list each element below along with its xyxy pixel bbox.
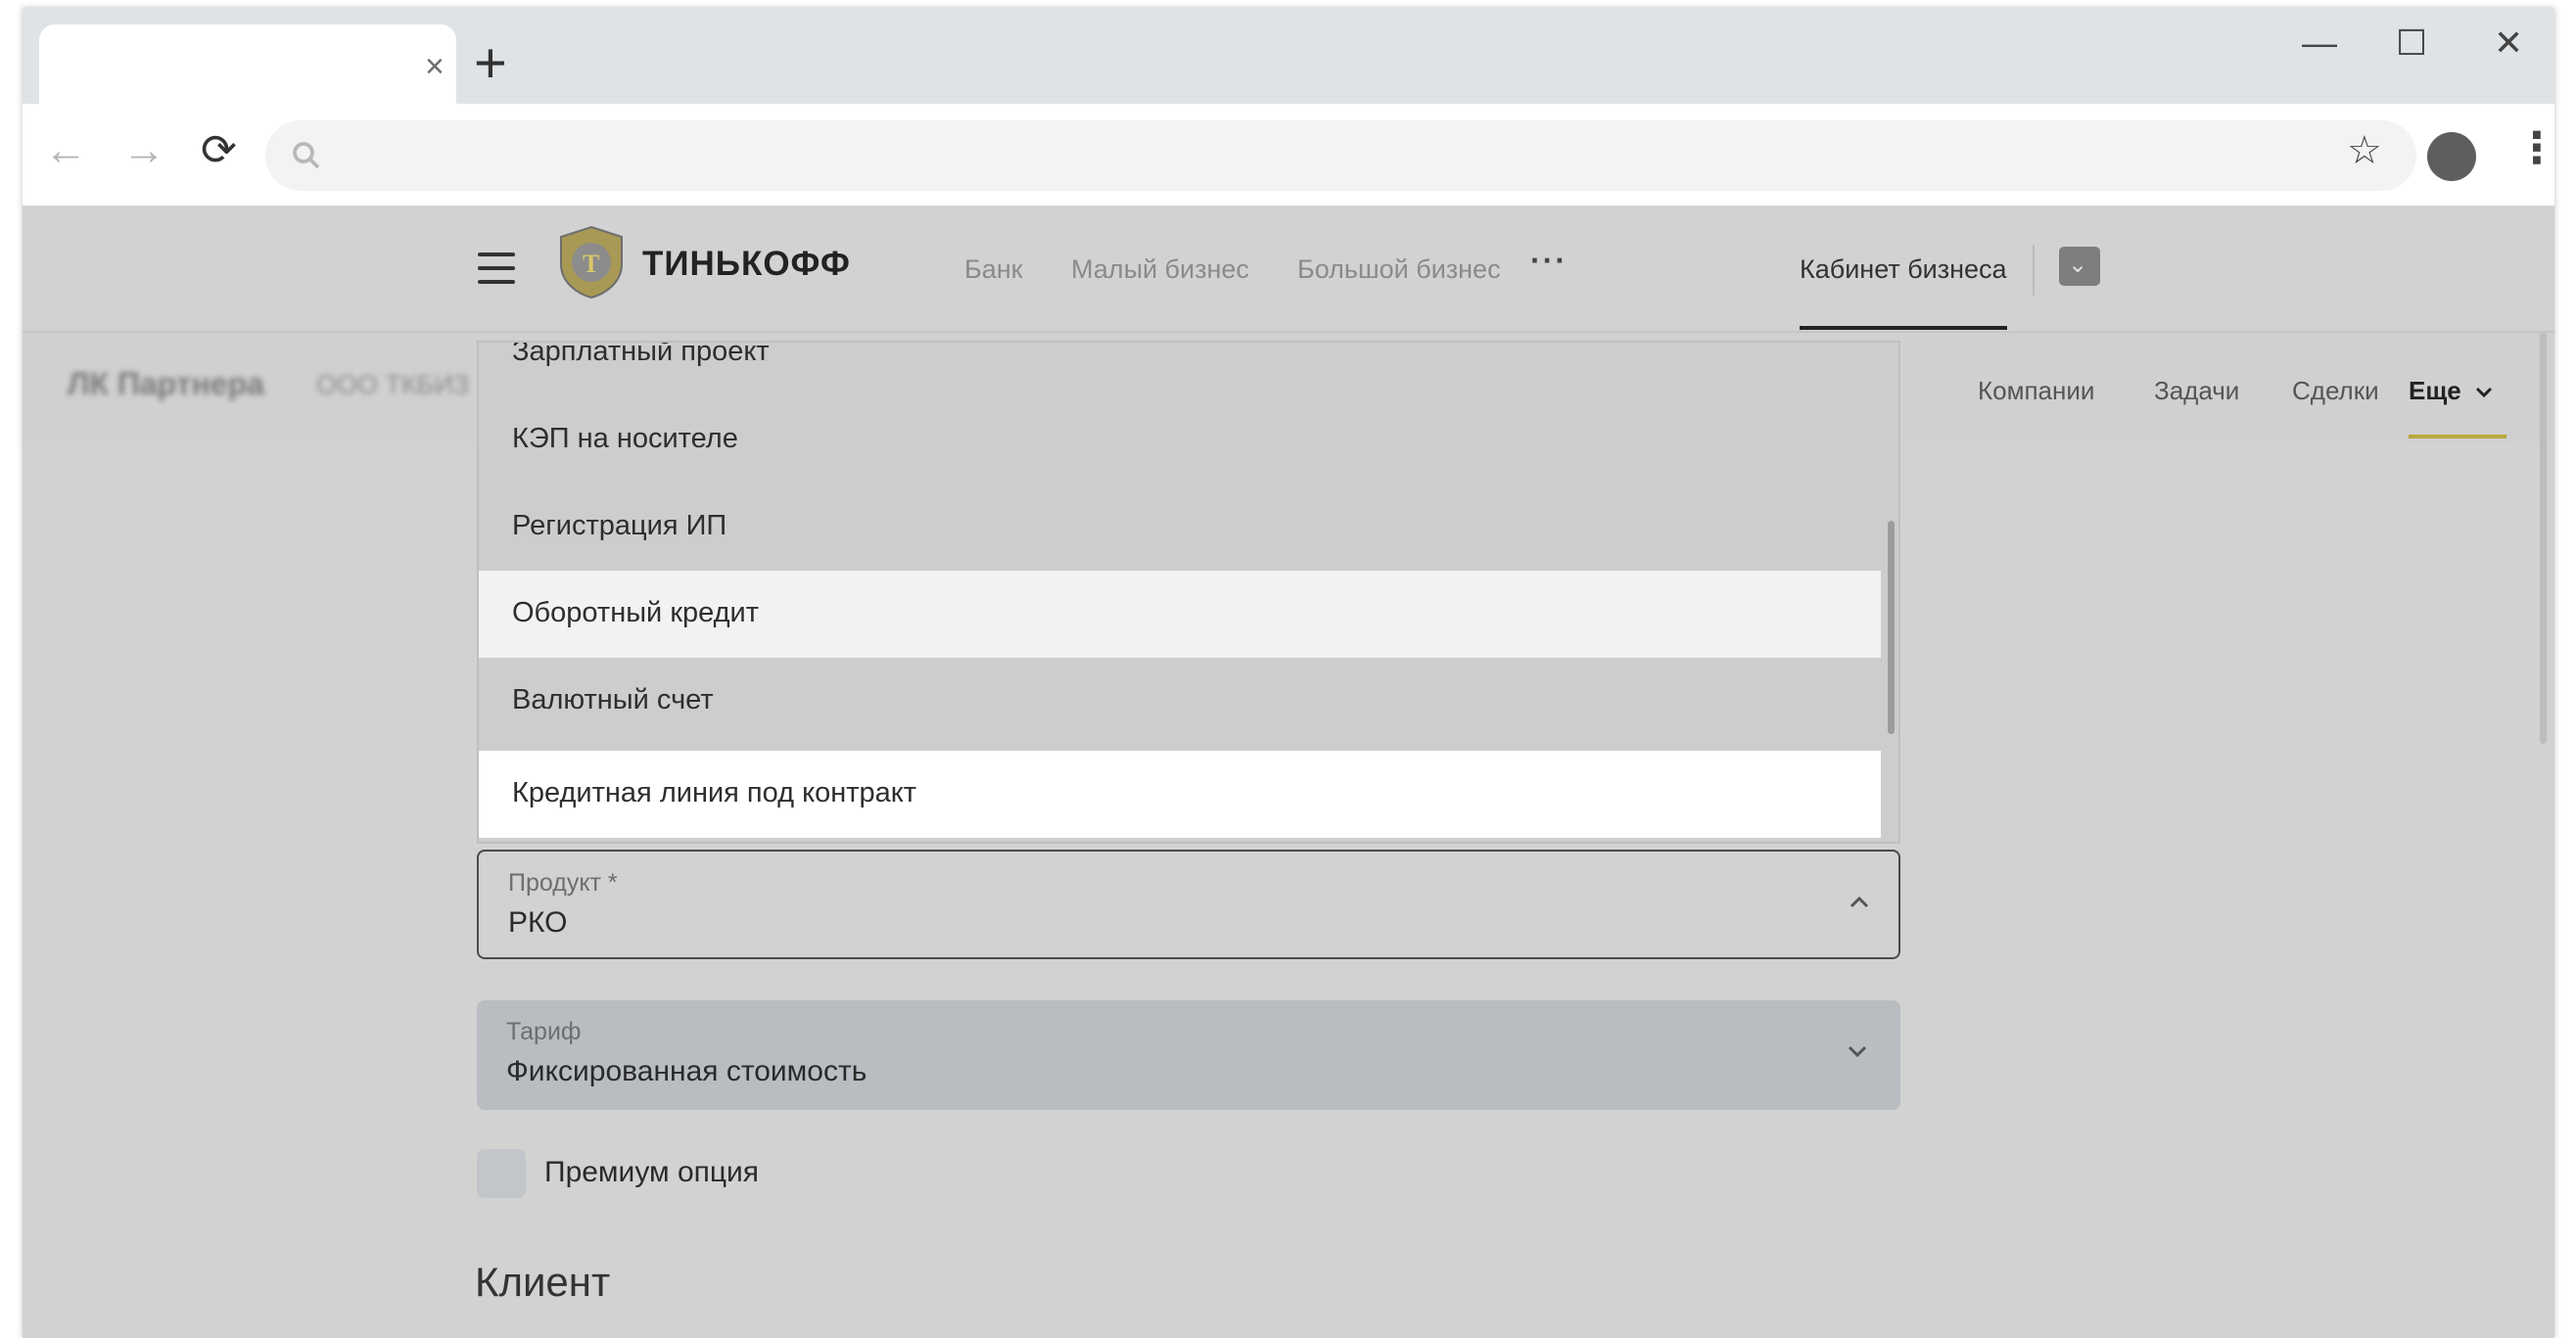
- address-bar[interactable]: [265, 120, 2416, 191]
- svg-text:Т: Т: [583, 250, 599, 278]
- active-tab-indicator: [1800, 326, 2007, 330]
- more-dots-icon[interactable]: ···: [1530, 243, 1568, 279]
- cabinet-tab[interactable]: Кабинет бизнеса: [1800, 254, 2007, 285]
- back-icon[interactable]: ←: [44, 129, 87, 172]
- dropdown-scrollbar[interactable]: [1888, 521, 1895, 734]
- browser-toolbar: ← → ⟳ ☆ ⋮: [23, 104, 2554, 206]
- subnav-tasks[interactable]: Задачи: [2154, 376, 2239, 406]
- tinkoff-logo-icon[interactable]: Т: [551, 225, 632, 300]
- logo-text[interactable]: ТИНЬКОФФ: [642, 245, 851, 284]
- subnav-active-indicator: [2409, 435, 2506, 438]
- tariff-select[interactable]: Тариф Фиксированная стоимость: [477, 1000, 1900, 1110]
- forward-icon[interactable]: →: [122, 129, 165, 172]
- chevron-down-icon[interactable]: [1844, 1038, 1871, 1065]
- partner-org: ООО ТКБИЗ: [316, 370, 470, 399]
- premium-checkbox-label[interactable]: Премиум опция: [544, 1156, 759, 1189]
- nav-link-large-business[interactable]: Большой бизнес: [1297, 254, 1501, 285]
- dropdown-option[interactable]: Регистрация ИП: [479, 484, 1881, 571]
- dropdown-option-label: Валютный счет: [512, 684, 714, 715]
- browser-menu-icon[interactable]: ⋮: [2515, 127, 2554, 170]
- tariff-label: Тариф: [506, 1018, 582, 1045]
- dropdown-option-label: Зарплатный проект: [512, 341, 770, 367]
- product-dropdown-list: Зарплатный проект КЭП на носителе Регист…: [477, 341, 1900, 844]
- title-bar: × + — ☐ ✕: [23, 8, 2554, 115]
- minimize-icon[interactable]: —: [2302, 25, 2337, 61]
- premium-checkbox[interactable]: [477, 1149, 526, 1198]
- dropdown-option-selected[interactable]: Кредитная линия под контракт: [479, 751, 1881, 838]
- dropdown-option[interactable]: Зарплатный проект: [479, 341, 1881, 396]
- hamburger-menu-icon[interactable]: [478, 253, 515, 294]
- header-divider: [2033, 245, 2035, 296]
- subnav-more-label: Еще: [2409, 376, 2461, 405]
- bookmark-star-icon[interactable]: ☆: [2347, 131, 2382, 170]
- reload-icon[interactable]: ⟳: [201, 129, 237, 172]
- new-tab-button[interactable]: +: [474, 35, 507, 92]
- inbox-icon[interactable]: ⌄: [2059, 247, 2100, 286]
- tariff-value: Фиксированная стоимость: [506, 1055, 867, 1087]
- nav-link-bank[interactable]: Банк: [964, 254, 1022, 285]
- subnav-more[interactable]: Еще: [2409, 376, 2494, 406]
- dropdown-option[interactable]: КЭП на носителе: [479, 396, 1881, 484]
- page-content: Т ТИНЬКОФФ Банк Малый бизнес Большой биз…: [23, 206, 2554, 1338]
- client-section-title: Клиент: [475, 1259, 611, 1305]
- dropdown-option-label: Кредитная линия под контракт: [512, 777, 917, 808]
- browser-tab[interactable]: ×: [39, 24, 456, 115]
- product-select[interactable]: Продукт * РКО: [477, 850, 1900, 959]
- close-window-icon[interactable]: ✕: [2494, 25, 2523, 61]
- dropdown-option-label: Оборотный кредит: [512, 597, 760, 628]
- tab-close-icon[interactable]: ×: [425, 50, 445, 83]
- subnav-deals[interactable]: Сделки: [2292, 376, 2379, 406]
- dropdown-option[interactable]: Валютный счет: [479, 658, 1881, 745]
- page-scrollbar[interactable]: [2540, 333, 2547, 744]
- chevron-down-icon: [2475, 387, 2493, 398]
- dropdown-option-hover[interactable]: Оборотный кредит: [479, 571, 1881, 658]
- maximize-icon[interactable]: ☐: [2396, 25, 2427, 61]
- profile-avatar[interactable]: [2427, 132, 2476, 181]
- subnav-companies[interactable]: Компании: [1978, 376, 2094, 406]
- dropdown-option-label: КЭП на носителе: [512, 423, 738, 454]
- product-label: Продукт *: [508, 869, 618, 897]
- search-icon: [293, 142, 320, 169]
- site-header: Т ТИНЬКОФФ Банк Малый бизнес Большой биз…: [23, 206, 2554, 333]
- browser-window: × + — ☐ ✕ ← → ⟳ ☆ ⋮ Т ТИНЬКОФФ Банк Малы…: [23, 8, 2554, 1338]
- chevron-up-icon[interactable]: [1846, 889, 1873, 916]
- nav-link-small-business[interactable]: Малый бизнес: [1071, 254, 1249, 285]
- product-value: РКО: [508, 906, 568, 939]
- dropdown-option-label: Регистрация ИП: [512, 510, 727, 541]
- partner-title: ЛК Партнера: [68, 366, 264, 401]
